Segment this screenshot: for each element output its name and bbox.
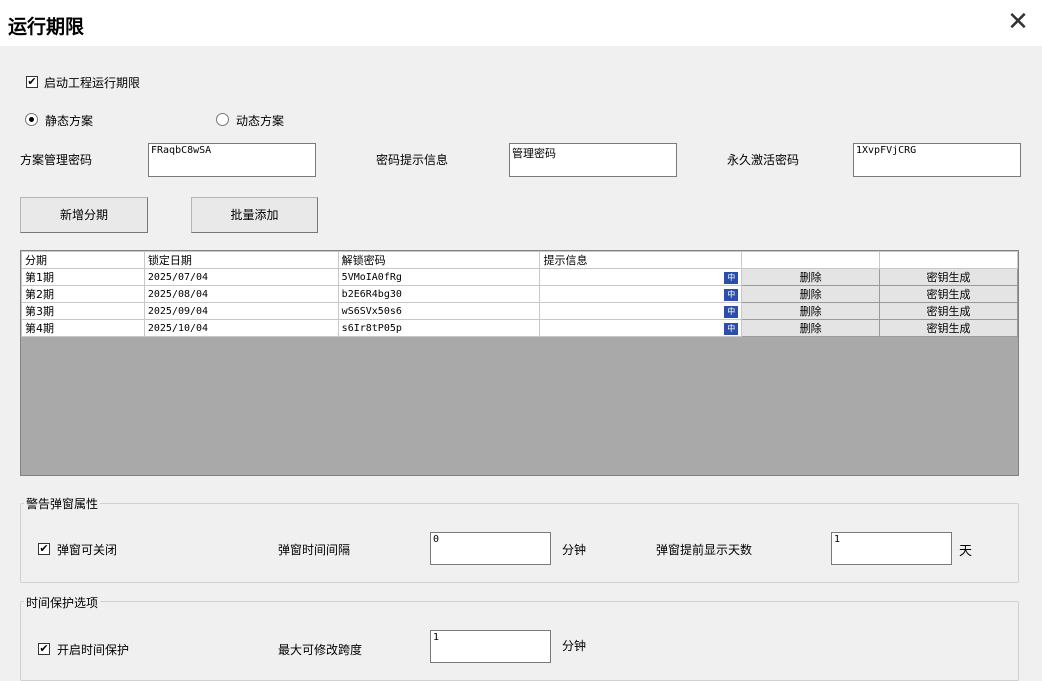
popup-closable-checkbox[interactable] [38, 543, 50, 555]
period-grid: 分期 锁定日期 解锁密码 提示信息 第1期 2025/07/04 5VMoIA0… [20, 250, 1019, 476]
ime-icon: 中 [724, 322, 739, 335]
advance-days-field[interactable]: 1 [831, 532, 952, 565]
table-row: 第4期 2025/10/04 s6Ir8tP05p 中 删除 密钥生成 [21, 319, 1018, 337]
popup-interval-label: 弹窗时间间隔 [278, 543, 351, 557]
delete-button[interactable]: 删除 [741, 319, 881, 337]
cell-lock-date[interactable]: 2025/07/04 [143, 268, 339, 286]
advance-days-unit: 天 [959, 544, 973, 559]
admin-password-field[interactable]: FRaqbC8wSA [148, 143, 316, 177]
cell-period[interactable]: 第1期 [21, 268, 145, 286]
warning-group-title: 警告弹窗属性 [24, 495, 101, 512]
cell-lock-date[interactable]: 2025/09/04 [143, 302, 339, 320]
cell-lock-date[interactable]: 2025/10/04 [143, 319, 339, 337]
ime-icon: 中 [724, 288, 739, 301]
table-row: 第3期 2025/09/04 wS6SVx50s6 中 删除 密钥生成 [21, 302, 1018, 320]
header-delete-col [741, 251, 881, 269]
admin-password-label: 方案管理密码 [20, 153, 93, 167]
cell-period[interactable]: 第2期 [21, 285, 145, 303]
keygen-button[interactable]: 密钥生成 [879, 302, 1018, 320]
keygen-button[interactable]: 密钥生成 [879, 319, 1018, 337]
popup-closable-label: 弹窗可关闭 [57, 543, 118, 557]
cell-hint[interactable]: 中 [539, 285, 743, 303]
period-table: 分期 锁定日期 解锁密码 提示信息 第1期 2025/07/04 5VMoIA0… [21, 251, 1018, 337]
max-span-unit: 分钟 [562, 639, 587, 653]
table-row: 第1期 2025/07/04 5VMoIA0fRg 中 删除 密钥生成 [21, 268, 1018, 286]
header-lock-date: 锁定日期 [143, 251, 339, 269]
cell-unlock-password[interactable]: 5VMoIA0fRg [337, 268, 541, 286]
cell-unlock-password[interactable]: b2E6R4bg30 [337, 285, 541, 303]
delete-button[interactable]: 删除 [741, 268, 881, 286]
title-bar: 运行期限 ✕ [0, 0, 1042, 46]
permanent-password-field[interactable]: 1XvpFVjCRG [853, 143, 1021, 177]
static-scheme-radio[interactable] [25, 113, 38, 126]
cell-lock-date[interactable]: 2025/08/04 [143, 285, 339, 303]
advance-days-label: 弹窗提前显示天数 [656, 543, 753, 557]
cell-hint[interactable]: 中 [539, 319, 743, 337]
cell-hint[interactable]: 中 [539, 268, 743, 286]
header-hint: 提示信息 [539, 251, 743, 269]
delete-button[interactable]: 删除 [741, 285, 881, 303]
enable-period-checkbox[interactable] [26, 76, 38, 88]
cell-period[interactable]: 第4期 [21, 319, 145, 337]
ime-icon: 中 [724, 271, 739, 284]
header-keygen-col [879, 251, 1018, 269]
window-title: 运行期限 [8, 16, 85, 38]
ime-icon: 中 [724, 305, 739, 318]
static-scheme-label: 静态方案 [45, 114, 94, 128]
close-icon[interactable]: ✕ [1004, 6, 1032, 38]
popup-interval-field[interactable]: 0 [430, 532, 551, 565]
dynamic-scheme-radio[interactable] [216, 113, 229, 126]
max-span-label: 最大可修改跨度 [278, 643, 363, 657]
add-period-button[interactable]: 新增分期 [20, 197, 148, 233]
permanent-password-label: 永久激活密码 [727, 153, 800, 167]
cell-period[interactable]: 第3期 [21, 302, 145, 320]
password-hint-field[interactable]: 管理密码 [509, 143, 677, 177]
table-row: 第2期 2025/08/04 b2E6R4bg30 中 删除 密钥生成 [21, 285, 1018, 303]
dynamic-scheme-label: 动态方案 [236, 114, 285, 128]
keygen-button[interactable]: 密钥生成 [879, 285, 1018, 303]
time-protection-label: 开启时间保护 [57, 643, 130, 657]
password-hint-label: 密码提示信息 [376, 153, 449, 167]
table-header-row: 分期 锁定日期 解锁密码 提示信息 [21, 251, 1018, 269]
cell-hint[interactable]: 中 [539, 302, 743, 320]
time-group-title: 时间保护选项 [24, 594, 101, 611]
enable-period-label: 启动工程运行期限 [44, 76, 141, 90]
header-period: 分期 [21, 251, 145, 269]
max-span-field[interactable]: 1 [430, 630, 551, 663]
delete-button[interactable]: 删除 [741, 302, 881, 320]
keygen-button[interactable]: 密钥生成 [879, 268, 1018, 286]
batch-add-button[interactable]: 批量添加 [191, 197, 318, 233]
cell-unlock-password[interactable]: s6Ir8tP05p [337, 319, 541, 337]
time-protection-checkbox[interactable] [38, 643, 50, 655]
cell-unlock-password[interactable]: wS6SVx50s6 [337, 302, 541, 320]
header-unlock-password: 解锁密码 [337, 251, 541, 269]
popup-interval-unit: 分钟 [562, 543, 587, 557]
